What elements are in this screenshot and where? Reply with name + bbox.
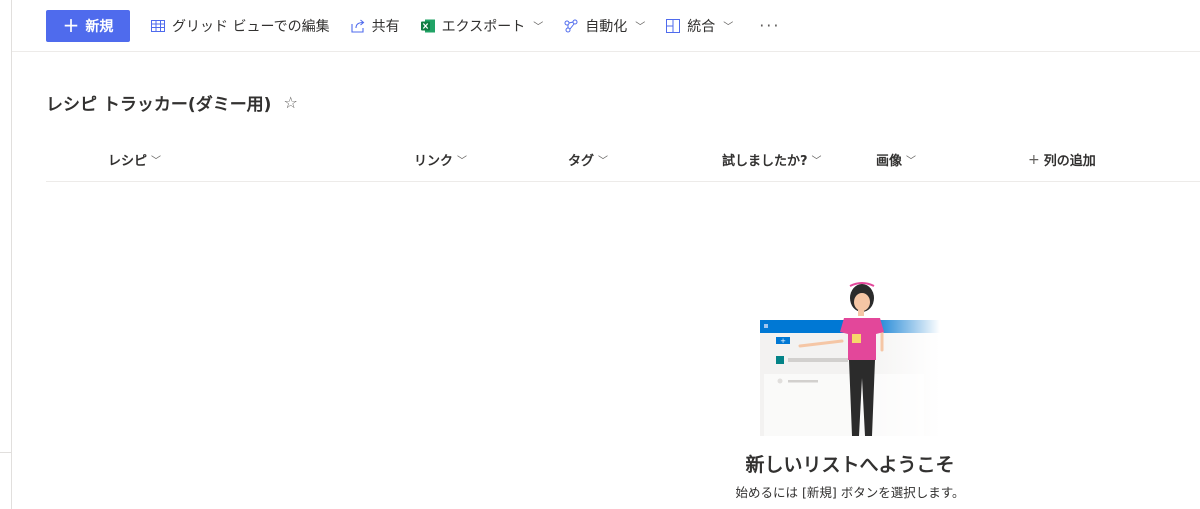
add-column-button[interactable]: + 列の追加 [1028,150,1096,170]
column-header-row: レシピ ﹀ リンク ﹀ タグ ﹀ 試しましたか? ﹀ 画像 ﹀ + 列の追加 [46,140,1200,182]
command-bar: + 新規 グリッド ビューでの編集 共有 エクスポート ﹀ 自動化 ﹀ 統合 ﹀ [12,0,1200,52]
grid-view-label: グリッド ビューでの編集 [172,18,330,35]
share-icon [350,18,366,34]
column-header-label: 試しましたか? [722,154,808,169]
page-title: レシピ トラッカー(ダミー用) [46,95,272,115]
integrate-icon [665,18,681,34]
column-header-tried[interactable]: 試しましたか? ﹀ [722,150,822,169]
share-label: 共有 [371,18,400,35]
new-button-label: 新規 [85,18,114,35]
rail-divider [0,452,12,453]
chevron-down-icon: ﹀ [151,156,162,167]
automate-label: 自動化 [585,18,628,35]
chevron-down-icon: ﹀ [811,156,822,167]
column-header-label: 画像 [876,154,903,169]
column-header-link[interactable]: リンク ﹀ [414,150,467,169]
more-options-icon[interactable]: ··· [759,16,780,35]
automate-icon [563,18,579,34]
chevron-down-icon: ﹀ [723,22,734,33]
column-header-label: タグ [568,154,595,169]
column-header-image[interactable]: 画像 ﹀ [876,150,916,169]
favorite-star-icon[interactable]: ☆ [283,93,297,112]
column-header-label: リンク [414,154,454,169]
plus-icon: + [1028,151,1040,168]
export-label: エクスポート [441,18,526,35]
chevron-down-icon: ﹀ [598,156,609,167]
grid-icon [150,18,166,34]
empty-list-illustration: + [752,278,952,438]
chevron-down-icon: ﹀ [533,22,544,33]
svg-text:+: + [780,337,786,345]
column-header-tags[interactable]: タグ ﹀ [568,150,608,169]
chevron-down-icon: ﹀ [906,156,917,167]
excel-icon [420,18,436,34]
list-title-row: レシピ トラッカー(ダミー用) ☆ [46,90,298,115]
export-button[interactable]: エクスポート ﹀ [420,16,544,36]
integrate-button[interactable]: 統合 ﹀ [665,16,733,36]
empty-state-subtext: 始めるには [新規] ボタンを選択します。 [735,485,965,500]
integrate-label: 統合 [687,18,716,35]
share-button[interactable]: 共有 [350,16,400,36]
plus-icon: + [62,12,80,37]
new-button[interactable]: + 新規 [46,9,130,42]
automate-button[interactable]: 自動化 ﹀ [563,16,645,36]
add-column-label: 列の追加 [1043,154,1096,169]
column-header-recipe[interactable]: レシピ ﹀ [108,150,161,169]
chevron-down-icon: ﹀ [635,22,646,33]
column-header-label: レシピ [108,154,148,169]
grid-view-button[interactable]: グリッド ビューでの編集 [150,16,330,36]
empty-state-heading: 新しいリストへようこそ [745,454,955,476]
left-rail [0,0,12,509]
chevron-down-icon: ﹀ [457,156,468,167]
